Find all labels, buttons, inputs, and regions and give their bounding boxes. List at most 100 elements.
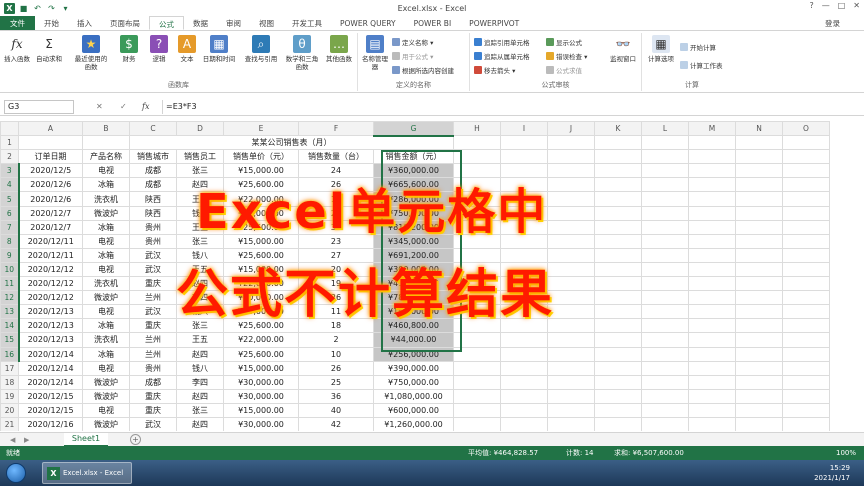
cell[interactable]	[547, 290, 595, 306]
cell[interactable]	[453, 304, 501, 320]
cell-staff[interactable]: 王五	[176, 261, 224, 278]
cell[interactable]	[547, 332, 595, 348]
tab-formulas[interactable]: 公式	[149, 16, 184, 30]
cell[interactable]	[453, 374, 501, 390]
cell-city[interactable]: 武汉	[129, 247, 177, 263]
cell-amount[interactable]: ¥300,000.00	[373, 261, 454, 278]
cell[interactable]	[782, 416, 830, 431]
column-header[interactable]: C	[129, 121, 177, 137]
cell[interactable]	[782, 233, 830, 249]
insert-function-button[interactable]: fx 插入函数	[2, 35, 32, 63]
cell[interactable]	[547, 177, 595, 193]
cell-product[interactable]: 电视	[82, 163, 130, 179]
cell[interactable]	[641, 402, 689, 418]
cell-qty[interactable]: 18	[298, 318, 374, 334]
cell[interactable]	[594, 163, 642, 179]
cell-amount[interactable]: ¥165,000.00	[373, 304, 454, 320]
row-header[interactable]: 5	[0, 191, 20, 207]
cell-price[interactable]: ¥25,600.00	[223, 346, 299, 362]
cell-price[interactable]: ¥30,000.00	[223, 205, 299, 221]
row-header[interactable]: 20	[0, 402, 19, 418]
cell[interactable]	[500, 402, 548, 418]
trace-precedents-button[interactable]: 追踪引用单元格	[474, 38, 530, 48]
row-header[interactable]: 6	[0, 205, 20, 221]
cell-staff[interactable]: 王五	[176, 191, 224, 207]
cell-staff[interactable]: 钱八	[176, 205, 224, 221]
cell[interactable]	[782, 388, 830, 404]
row-header[interactable]: 15	[0, 332, 20, 348]
cell-qty[interactable]: 36	[298, 388, 374, 404]
row-header[interactable]: 16	[0, 346, 20, 362]
evaluate-formula-button[interactable]: 公式求值	[546, 66, 582, 76]
cell-date[interactable]: 2020/12/14	[18, 374, 83, 390]
cell-product[interactable]: 电视	[82, 233, 130, 249]
cell-city[interactable]: 陕西	[129, 191, 177, 207]
cell-product[interactable]: 冰箱	[82, 219, 130, 235]
cell-amount[interactable]: ¥819,200.00	[373, 219, 454, 235]
row-header[interactable]: 8	[0, 233, 20, 249]
cell[interactable]	[453, 388, 501, 404]
cell[interactable]	[453, 416, 501, 431]
cell[interactable]	[594, 416, 642, 431]
cell[interactable]	[735, 233, 783, 249]
cell[interactable]	[688, 318, 736, 334]
cell[interactable]	[594, 346, 642, 362]
cell-price[interactable]: ¥22,000.00	[223, 276, 299, 292]
cell[interactable]	[688, 332, 736, 348]
customize-qat-icon[interactable]: ▾	[60, 3, 71, 14]
cell[interactable]	[594, 247, 642, 263]
cell-date[interactable]: 2020/12/5	[18, 163, 83, 179]
cell-qty[interactable]: 2	[298, 332, 374, 348]
cell[interactable]	[688, 261, 736, 278]
cell[interactable]	[688, 219, 736, 235]
cell-date[interactable]: 2020/12/14	[18, 360, 83, 376]
cell[interactable]	[782, 219, 830, 235]
cell[interactable]	[594, 261, 642, 278]
column-header[interactable]: E	[223, 121, 299, 137]
tab-home[interactable]: 开始	[35, 16, 68, 30]
cell-staff[interactable]: 赵四	[176, 346, 224, 362]
system-clock[interactable]: 15:29 2021/1/17	[814, 463, 850, 483]
cell[interactable]	[594, 276, 642, 292]
cell-qty[interactable]: 26	[298, 177, 374, 193]
cell[interactable]	[500, 219, 548, 235]
cell[interactable]	[688, 177, 736, 193]
cell-product[interactable]: 电视	[82, 402, 130, 418]
enter-icon[interactable]: ✓	[120, 100, 127, 114]
row-header[interactable]: 11	[0, 276, 20, 292]
cell-product[interactable]: 电视	[82, 360, 130, 376]
cell[interactable]	[547, 205, 595, 221]
cell[interactable]	[782, 290, 830, 306]
cell[interactable]	[500, 247, 548, 263]
cell-product[interactable]: 冰箱	[82, 346, 130, 362]
cell[interactable]	[688, 205, 736, 221]
math-trig-button[interactable]: θ 数学和三角函数	[284, 35, 320, 71]
cell-qty[interactable]: 13	[298, 191, 374, 207]
row-header[interactable]: 21	[0, 416, 19, 431]
cell[interactable]	[641, 374, 689, 390]
cell[interactable]	[547, 416, 595, 431]
cell-city[interactable]: 重庆	[129, 402, 177, 418]
autosum-button[interactable]: Σ 自动求和	[34, 35, 64, 63]
add-sheet-icon[interactable]: +	[130, 434, 141, 445]
cell[interactable]	[735, 191, 783, 207]
cell[interactable]	[641, 416, 689, 431]
cell-amount[interactable]: ¥1,260,000.00	[373, 416, 454, 431]
cell-qty[interactable]: 42	[298, 416, 374, 431]
date-time-button[interactable]: ▦ 日期和时间	[200, 35, 238, 63]
cell-staff[interactable]: 赵四	[176, 276, 224, 292]
cell[interactable]	[735, 318, 783, 334]
cell[interactable]	[594, 191, 642, 207]
row-header[interactable]: 14	[0, 318, 20, 334]
cancel-icon[interactable]: ✕	[96, 100, 103, 114]
cell-city[interactable]: 武汉	[129, 416, 177, 431]
cell-price[interactable]: ¥15,000.00	[223, 402, 299, 418]
define-name-button[interactable]: 定义名称 ▾	[392, 38, 433, 48]
cell-date[interactable]: 2020/12/12	[18, 290, 83, 306]
cell[interactable]	[453, 149, 501, 165]
cell-amount[interactable]: ¥345,000.00	[373, 233, 454, 249]
cell[interactable]	[594, 388, 642, 404]
cell[interactable]	[500, 346, 548, 362]
tab-insert[interactable]: 插入	[68, 16, 101, 30]
column-header[interactable]: M	[688, 121, 736, 137]
